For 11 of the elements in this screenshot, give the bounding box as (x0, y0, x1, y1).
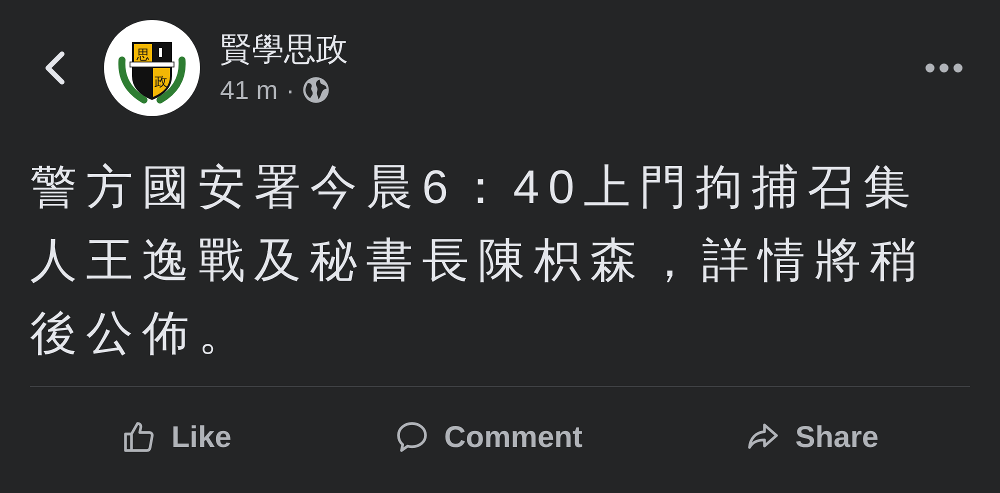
author-name[interactable]: 賢學思政 (220, 29, 348, 69)
crest-character: 政 (154, 75, 168, 90)
crest-character: 思 (136, 48, 150, 63)
more-options-icon[interactable] (924, 62, 964, 74)
post-time[interactable]: 41 m (220, 73, 278, 107)
share-button[interactable]: Share (729, 406, 895, 468)
like-button[interactable]: Like (105, 406, 248, 468)
globe-icon (302, 76, 330, 104)
post-text: 警方國安署今晨6：40上門拘捕召集人王逸戰及秘書長陳枳森，詳情將稍後公佈。 (30, 159, 927, 361)
comment-button[interactable]: Comment (378, 406, 598, 468)
separator-dot: · (286, 74, 294, 107)
